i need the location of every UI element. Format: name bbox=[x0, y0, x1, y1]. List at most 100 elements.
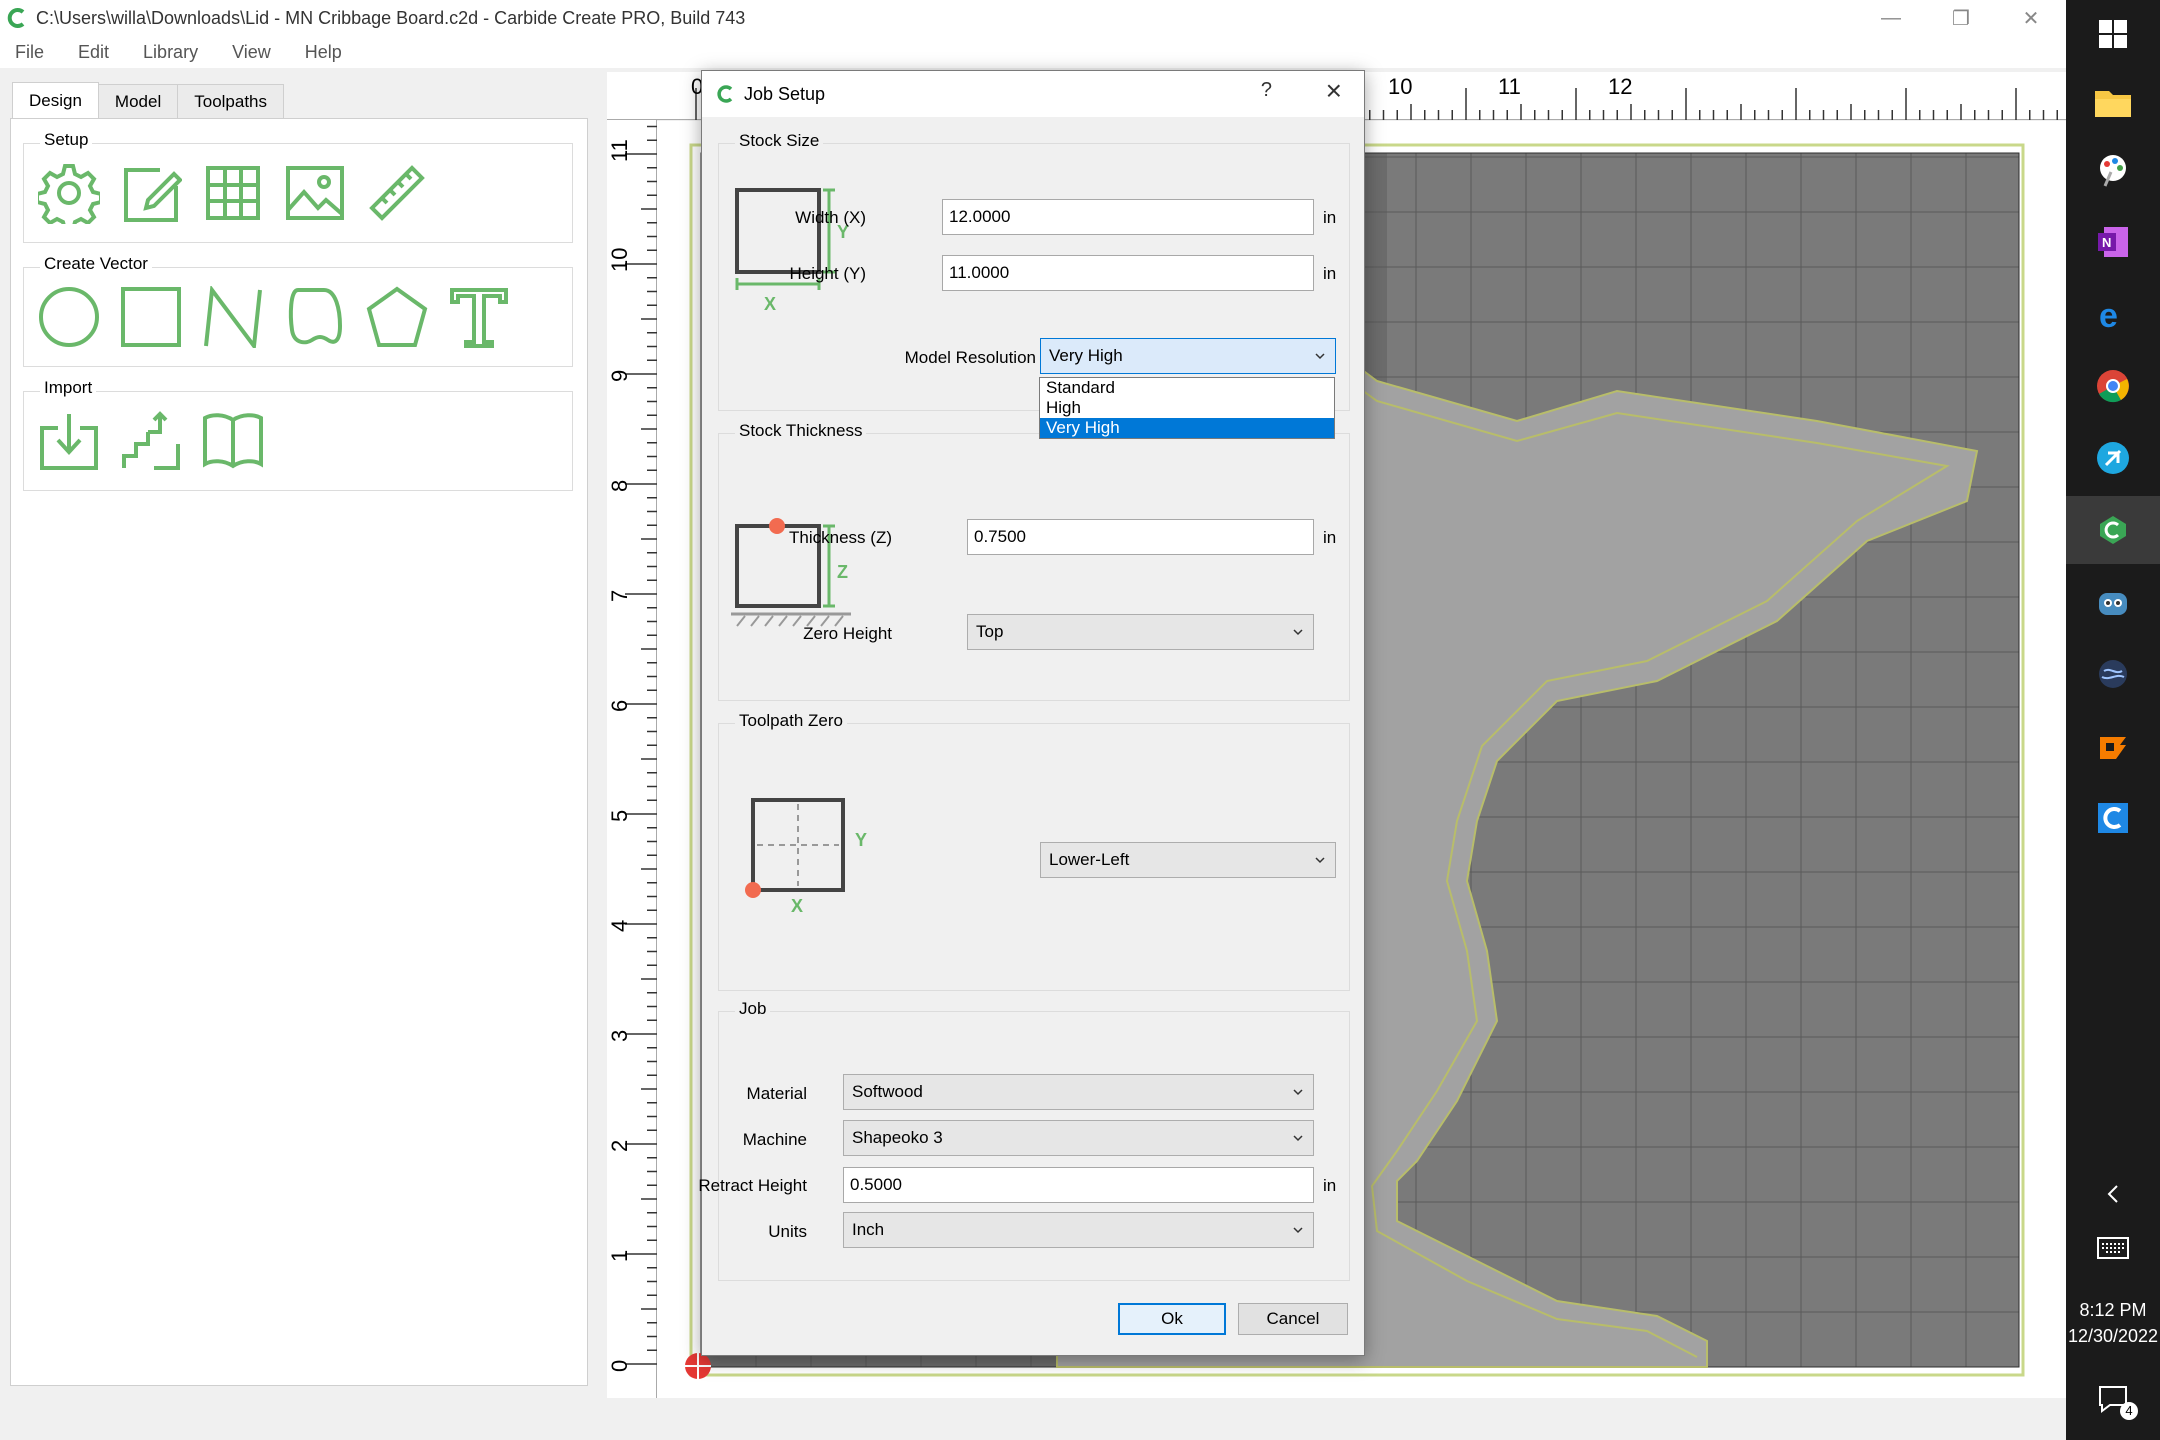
ruler-left-label-7: 7 bbox=[607, 589, 632, 602]
ruler-left: 11 10 9 8 7 6 5 4 3 2 1 0 bbox=[607, 120, 657, 1398]
cancel-button[interactable]: Cancel bbox=[1238, 1303, 1348, 1335]
ruler-left-label-0: 0 bbox=[607, 1359, 632, 1372]
taskbar-paint[interactable] bbox=[2066, 136, 2160, 204]
start-button[interactable] bbox=[2066, 0, 2160, 68]
tab-design[interactable]: Design bbox=[12, 82, 99, 118]
model-resolution-select[interactable]: Very High bbox=[1040, 338, 1336, 374]
units-value: Inch bbox=[852, 1220, 885, 1239]
import-vectors-button[interactable] bbox=[36, 408, 102, 474]
ruler-left-label-11: 11 bbox=[607, 139, 632, 162]
job-setup-button[interactable] bbox=[36, 160, 102, 226]
height-input[interactable]: 11.0000 bbox=[942, 255, 1314, 291]
ruler-left-label-10: 10 bbox=[607, 247, 632, 272]
taskbar-edge[interactable]: e bbox=[2066, 280, 2160, 348]
open-library-button[interactable] bbox=[200, 408, 266, 474]
thickness-unit: in bbox=[1323, 528, 1337, 547]
title-bar: C:\Users\willa\Downloads\Lid - MN Cribba… bbox=[0, 0, 2066, 36]
toolpath-zero-select[interactable]: Lower-Left bbox=[1040, 842, 1336, 878]
taskbar-chrome[interactable] bbox=[2066, 352, 2160, 420]
width-input[interactable]: 12.0000 bbox=[942, 199, 1314, 235]
toolpath-zero-axis-x: X bbox=[791, 896, 804, 916]
machine-select[interactable]: Shapeoko 3 bbox=[843, 1120, 1314, 1156]
taskbar-time[interactable]: 8:12 PM bbox=[2066, 1300, 2160, 1321]
taskbar-carbide-classic[interactable] bbox=[2066, 784, 2160, 852]
ruler-left-label-9: 9 bbox=[607, 369, 632, 382]
ruler-top-label-12: 12 bbox=[1608, 74, 1633, 99]
ruler-left-ticks bbox=[625, 125, 657, 1365]
job-label: Job bbox=[735, 999, 771, 1019]
ruler-left-label-4: 4 bbox=[607, 919, 632, 932]
resolution-option-high[interactable]: High bbox=[1040, 398, 1334, 418]
taskbar-godot[interactable] bbox=[2066, 568, 2160, 636]
action-center-button[interactable]: 4 bbox=[2066, 1366, 2160, 1434]
ok-button[interactable]: Ok bbox=[1118, 1303, 1226, 1335]
create-curve-button[interactable] bbox=[282, 284, 348, 350]
zero-height-select[interactable]: Top bbox=[967, 614, 1314, 650]
units-select[interactable]: Inch bbox=[843, 1212, 1314, 1248]
touch-keyboard-button[interactable] bbox=[2066, 1214, 2160, 1282]
job-section: Job Material Softwood Machine Shapeoko 3… bbox=[698, 999, 1350, 1281]
menu-view[interactable]: View bbox=[232, 42, 271, 63]
ruler-left-label-2: 2 bbox=[607, 1139, 632, 1152]
paint-icon bbox=[2100, 155, 2126, 187]
dialog-help-button[interactable]: ? bbox=[1261, 79, 1272, 102]
edit-notes-button[interactable] bbox=[118, 160, 184, 226]
create-polyline-button[interactable] bbox=[200, 284, 266, 350]
model-resolution-dropdown: Standard High Very High bbox=[1039, 377, 1335, 439]
restore-button[interactable]: ❐ bbox=[1926, 0, 1996, 36]
chevron-down-icon bbox=[1293, 1135, 1303, 1142]
model-resolution-label: Model Resolution bbox=[904, 348, 1036, 367]
job-setup-dialog: Job Setup ? × Stock Size Y X Width (X) 1… bbox=[698, 70, 1365, 1356]
polygon-icon bbox=[366, 286, 428, 347]
background-image-button[interactable] bbox=[282, 160, 348, 226]
chevron-down-icon bbox=[1293, 629, 1303, 636]
grid-settings-button[interactable] bbox=[200, 160, 266, 226]
resolution-option-very-high[interactable]: Very High bbox=[1040, 418, 1334, 438]
thickness-input[interactable]: 0.7500 bbox=[967, 519, 1314, 555]
menu-edit[interactable]: Edit bbox=[78, 42, 109, 63]
create-polygon-button[interactable] bbox=[364, 284, 430, 350]
chevron-down-icon bbox=[1293, 1227, 1303, 1234]
import-svg-button[interactable] bbox=[118, 408, 184, 474]
taskbar-date[interactable]: 12/30/2022 bbox=[2066, 1326, 2160, 1347]
dialog-close-button[interactable]: × bbox=[1326, 75, 1342, 107]
main-tabs: Design Model Toolpaths bbox=[12, 82, 285, 118]
width-unit: in bbox=[1323, 208, 1337, 227]
minimize-button[interactable]: — bbox=[1856, 0, 1926, 36]
resolution-option-standard[interactable]: Standard bbox=[1040, 378, 1334, 398]
taskbar-orange-app[interactable] bbox=[2066, 712, 2160, 780]
retract-height-input[interactable]: 0.5000 bbox=[843, 1167, 1314, 1203]
ruler-top-label-10: 10 bbox=[1388, 74, 1413, 99]
measure-button[interactable] bbox=[364, 160, 430, 226]
retract-height-label: Retract Height bbox=[698, 1176, 807, 1195]
taskbar-file-explorer[interactable] bbox=[2066, 68, 2160, 136]
create-text-button[interactable] bbox=[446, 284, 512, 350]
edit-note-icon bbox=[124, 168, 182, 222]
taskbar-app-blue[interactable] bbox=[2066, 424, 2160, 492]
taskbar-onenote[interactable]: N bbox=[2066, 208, 2160, 276]
material-select[interactable]: Softwood bbox=[843, 1074, 1314, 1110]
toolpath-zero-value: Lower-Left bbox=[1049, 850, 1130, 869]
globe-icon bbox=[2099, 660, 2127, 688]
create-circle-button[interactable] bbox=[36, 284, 102, 350]
menu-help[interactable]: Help bbox=[305, 42, 342, 63]
toolpath-zero-section: Toolpath Zero Y X Lower-Left bbox=[718, 711, 1350, 991]
menu-file[interactable]: File bbox=[15, 42, 44, 63]
ruler-left-label-8: 8 bbox=[607, 479, 632, 492]
retract-height-unit: in bbox=[1323, 1176, 1337, 1195]
tab-model[interactable]: Model bbox=[97, 84, 179, 118]
chevron-left-icon bbox=[2107, 1185, 2118, 1203]
carbide-create-taskbar-icon bbox=[2100, 516, 2126, 544]
carbide-create-dialog-icon bbox=[717, 85, 733, 103]
tab-toolpaths[interactable]: Toolpaths bbox=[177, 84, 285, 118]
machine-value: Shapeoko 3 bbox=[852, 1128, 943, 1147]
rectangle-icon bbox=[121, 287, 181, 347]
close-icon: ✕ bbox=[2022, 7, 2040, 30]
taskbar-carbide-create[interactable] bbox=[2066, 496, 2160, 564]
close-window-button[interactable]: ✕ bbox=[1996, 0, 2066, 36]
svg-text:e: e bbox=[2099, 297, 2118, 331]
create-rectangle-button[interactable] bbox=[118, 284, 184, 350]
menu-library[interactable]: Library bbox=[143, 42, 198, 63]
design-panel: Setup Create Vector Import bbox=[10, 118, 588, 1386]
taskbar-globe-app[interactable] bbox=[2066, 640, 2160, 708]
